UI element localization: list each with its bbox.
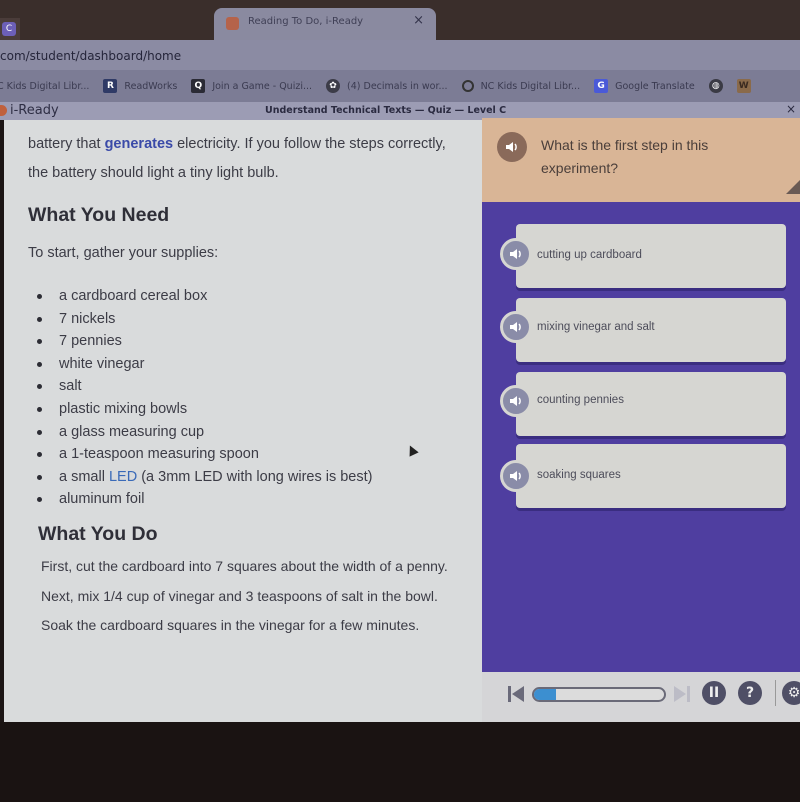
w-icon: W: [736, 79, 751, 93]
answer-label: mixing vinegar and salt: [537, 321, 655, 333]
reading-passage: battery that generates electricity. If y…: [4, 120, 490, 722]
browser-tab-strip: C Reading To Do, i-Ready ×: [0, 0, 800, 40]
speaker-icon: [510, 471, 521, 481]
logo-text: i-Ready: [10, 103, 59, 118]
list-item: white vinegar: [34, 353, 372, 376]
bookmark-label: ReadWorks: [124, 80, 178, 92]
readworks-icon: R: [103, 79, 118, 93]
text: battery that: [28, 136, 105, 152]
lesson-title: Understand Technical Texts — Quiz — Leve…: [265, 105, 507, 116]
khan-academy-icon: ✿: [326, 79, 341, 93]
supplies-list: a cardboard cereal box 7 nickels 7 penni…: [34, 285, 372, 511]
answer-option-4[interactable]: soaking squares: [500, 444, 786, 508]
heading-what-you-do: What You Do: [38, 523, 158, 545]
bookmark-label: NC Kids Digital Libr...: [480, 80, 581, 92]
quiz-footer: II ? ⚙: [482, 672, 800, 720]
quizizz-icon: Q: [191, 79, 206, 93]
answer-option-2[interactable]: mixing vinegar and salt: [500, 298, 786, 362]
bookmark-w[interactable]: W: [736, 79, 751, 93]
list-item: a 1-teaspoon measuring spoon: [34, 443, 372, 466]
bookmark-nc-kids-2[interactable]: NC Kids Digital Libr...: [461, 80, 581, 92]
answer-audio-button[interactable]: [500, 311, 532, 343]
list-item: aluminum foil: [34, 488, 372, 511]
google-translate-icon: G: [594, 79, 609, 93]
list-item: a cardboard cereal box: [34, 285, 372, 308]
text: (a 3mm LED with long wires is best): [137, 468, 373, 485]
speaker-icon: [506, 142, 517, 152]
iready-logo-icon: [0, 105, 7, 116]
intro-paragraph: battery that generates electricity. If y…: [28, 130, 468, 188]
steps-paragraph: First, cut the cardboard into 7 squares …: [41, 558, 448, 633]
text: a small: [59, 468, 109, 485]
bookmark-nc-kids[interactable]: C Kids Digital Libr...: [0, 81, 89, 92]
list-item: a glass measuring cup: [34, 421, 372, 444]
speaker-icon: [510, 396, 521, 406]
list-item: 7 pennies: [34, 330, 372, 353]
bookmark-quizizz[interactable]: Q Join a Game - Quizi...: [191, 79, 312, 93]
bookmark-label: Google Translate: [615, 80, 695, 92]
speaker-icon: [510, 322, 521, 332]
screen: C Reading To Do, i-Ready × com/student/d…: [0, 0, 800, 802]
browser-tab-active[interactable]: Reading To Do, i-Ready ×: [214, 8, 436, 40]
pause-button[interactable]: II: [702, 681, 726, 705]
answer-audio-button[interactable]: [500, 385, 532, 417]
bookmark-label: (4) Decimals in wor...: [347, 80, 448, 92]
address-bar[interactable]: com/student/dashboard/home: [0, 40, 800, 70]
iready-logo[interactable]: i-Ready: [0, 103, 59, 118]
progress-bar: [532, 687, 666, 702]
answer-label: soaking squares: [537, 469, 621, 481]
previous-icon[interactable]: [508, 685, 524, 703]
bookmark-globe[interactable]: ◍: [708, 79, 723, 93]
question-box: What is the first step in this experimen…: [482, 118, 800, 202]
heading-what-you-need: What You Need: [28, 204, 170, 226]
glossary-word-generates[interactable]: generates: [105, 136, 174, 152]
gather-text: To start, gather your supplies:: [28, 245, 219, 261]
answer-audio-button[interactable]: [500, 460, 532, 492]
circle-icon: [461, 80, 474, 92]
bookmark-label: Join a Game - Quizi...: [212, 80, 313, 92]
answer-option-1[interactable]: cutting up cardboard: [500, 224, 786, 288]
question-fold-decoration: [786, 180, 800, 194]
bookmarks-bar: C Kids Digital Libr... R ReadWorks Q Joi…: [0, 70, 800, 102]
bookmark-readworks[interactable]: R ReadWorks: [103, 79, 177, 93]
bookmark-label: C Kids Digital Libr...: [0, 80, 90, 92]
answer-label: cutting up cardboard: [537, 249, 642, 261]
url-text[interactable]: com/student/dashboard/home: [0, 49, 181, 63]
help-button[interactable]: ?: [738, 681, 762, 705]
answer-option-3[interactable]: counting pennies: [500, 372, 786, 436]
list-item: plastic mixing bowls: [34, 398, 372, 421]
settings-gear-icon[interactable]: ⚙: [782, 681, 800, 705]
tab-close-icon[interactable]: ×: [413, 13, 424, 28]
question-audio-button[interactable]: [497, 132, 527, 162]
list-item: a small LED (a 3mm LED with long wires i…: [34, 466, 372, 489]
list-item: 7 nickels: [34, 308, 372, 331]
bookmark-google-translate[interactable]: G Google Translate: [594, 79, 695, 93]
answer-choices: cutting up cardboard mixing vinegar and …: [482, 202, 800, 672]
bookmark-khan-academy[interactable]: ✿ (4) Decimals in wor...: [326, 79, 448, 93]
tab-favicon-icon: C: [2, 22, 16, 36]
next-icon[interactable]: [674, 685, 690, 703]
question-text: What is the first step in this experimen…: [541, 137, 709, 176]
answer-audio-button[interactable]: [500, 238, 532, 270]
answer-label: counting pennies: [537, 394, 624, 406]
monitor-bezel: [0, 722, 800, 802]
list-item: salt: [34, 375, 372, 398]
speaker-icon: [510, 249, 521, 259]
glossary-word-led[interactable]: LED: [109, 469, 137, 485]
footer-divider: [775, 680, 776, 706]
progress-fill: [534, 689, 557, 700]
tab-title: Reading To Do, i-Ready: [248, 16, 364, 27]
question-pane: What is the first step in this experimen…: [482, 118, 800, 722]
mouse-cursor-icon: [405, 443, 419, 457]
iready-favicon-icon: [226, 17, 239, 30]
globe-icon: ◍: [708, 79, 723, 93]
close-lesson-icon[interactable]: ×: [786, 102, 796, 116]
